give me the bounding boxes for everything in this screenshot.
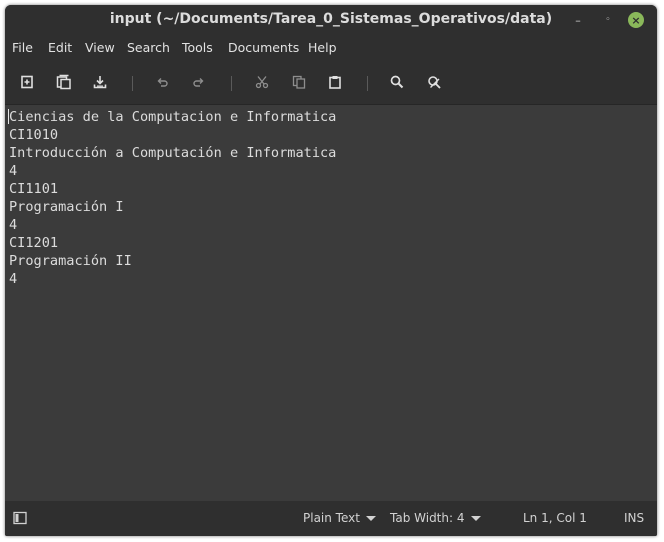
menu-search[interactable]: Search (127, 40, 170, 55)
editor-line: 4 (9, 271, 18, 287)
side-panel-icon (13, 511, 27, 525)
insert-mode-indicator: INS (624, 511, 645, 525)
editor-line: Programación I (9, 199, 124, 215)
close-button[interactable]: × (628, 12, 644, 28)
cut-icon (255, 76, 269, 89)
paste-icon (329, 76, 341, 89)
tab-width-label: Tab Width: (390, 511, 454, 525)
menu-file[interactable]: File (12, 40, 33, 55)
tab-width-dropdown[interactable]: Tab Width: 4 (390, 511, 481, 525)
side-panel-toggle-button[interactable] (13, 511, 27, 525)
menu-tools[interactable]: Tools (182, 40, 213, 55)
save-download-icon (93, 76, 107, 89)
editor-line: CI1010 (9, 127, 59, 143)
status-bar: Plain Text Tab Width: 4 Ln 1, Col 1 INS (5, 501, 657, 536)
text-editor-window: input (~/Documents/Tarea_0_Sistemas_Oper… (5, 5, 657, 536)
undo-button[interactable] (150, 70, 174, 94)
new-document-icon (21, 75, 33, 89)
cursor-position: Ln 1, Col 1 (523, 511, 587, 525)
editor-line: Ciencias de la Computacion e Informatica (9, 109, 337, 125)
editor-line: 4 (9, 163, 18, 179)
menu-edit[interactable]: Edit (48, 40, 72, 55)
editor-line: CI1101 (9, 181, 59, 197)
undo-icon (157, 78, 168, 87)
replace-icon (427, 75, 441, 89)
save-button[interactable] (88, 70, 112, 94)
title-bar[interactable]: input (~/Documents/Tarea_0_Sistemas_Oper… (5, 5, 657, 35)
menu-documents[interactable]: Documents (228, 40, 299, 55)
copy-icon (292, 75, 306, 89)
window-title: input (~/Documents/Tarea_0_Sistemas_Oper… (109, 11, 553, 27)
syntax-label: Plain Text (303, 511, 360, 525)
editor-line: 4 (9, 217, 18, 233)
text-editor-area[interactable]: Ciencias de la Computacion e Informatica… (5, 104, 657, 501)
tab-width-value: 4 (456, 511, 465, 525)
redo-button[interactable] (187, 70, 211, 94)
new-document-button[interactable] (15, 70, 39, 94)
open-button[interactable] (52, 70, 76, 94)
menu-bar: File Edit View Search Tools Documents He… (5, 37, 657, 59)
maximize-button[interactable]: ◦ (599, 11, 617, 29)
open-copy-icon (56, 74, 71, 90)
replace-button[interactable] (422, 70, 446, 94)
cut-button[interactable] (250, 70, 274, 94)
menu-help[interactable]: Help (308, 40, 337, 55)
toolbar-separator (231, 76, 232, 91)
redo-icon (193, 78, 204, 87)
chevron-down-icon (470, 516, 481, 521)
syntax-dropdown[interactable]: Plain Text (303, 511, 376, 525)
toolbar (5, 67, 657, 97)
paste-button[interactable] (323, 70, 347, 94)
minimize-button[interactable]: – (569, 11, 587, 29)
search-icon (390, 75, 404, 89)
menu-view[interactable]: View (85, 40, 115, 55)
search-button[interactable] (385, 70, 409, 94)
toolbar-separator (132, 76, 133, 91)
editor-line: Introducción a Computación e Informatica (9, 145, 337, 161)
editor-line: Programación II (9, 253, 132, 269)
chevron-down-icon (365, 516, 376, 521)
toolbar-separator (367, 76, 368, 91)
copy-button[interactable] (287, 70, 311, 94)
editor-line: CI1201 (9, 235, 59, 251)
